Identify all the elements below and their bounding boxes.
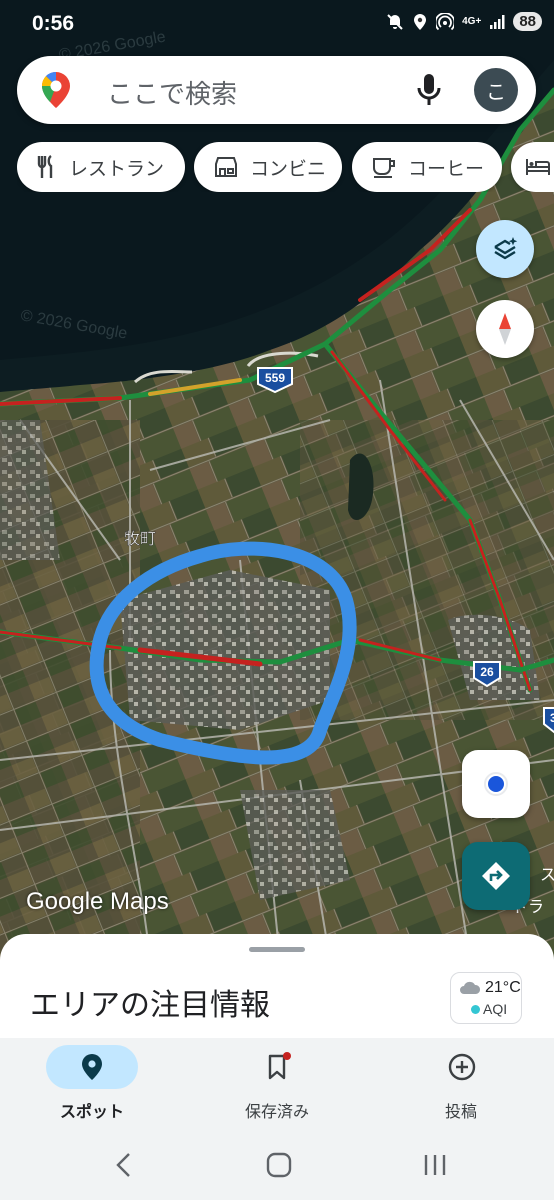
layers-icon xyxy=(494,237,518,260)
bottom-sheet[interactable]: エリアの注目情報 21°C AQI xyxy=(0,934,554,1054)
plus-circle-icon xyxy=(448,1053,476,1081)
layers-button[interactable] xyxy=(476,220,534,278)
my-location-button[interactable] xyxy=(462,750,530,818)
compass-icon xyxy=(499,313,511,345)
route-badge-label: 559 xyxy=(265,371,285,385)
mute-icon xyxy=(387,13,403,30)
status-bar: 0:56 4G+ 88 xyxy=(0,0,554,50)
pin-icon xyxy=(82,1054,102,1080)
route-badge-label: 3 xyxy=(550,711,554,725)
aqi-label: AQI xyxy=(483,1001,508,1017)
google-maps-logo: Google Maps xyxy=(26,888,169,915)
category-chips: レストラン コンビニ コーヒー xyxy=(17,142,554,192)
edge-label: ス xyxy=(540,865,554,884)
battery-level: 88 xyxy=(513,12,542,31)
nav-label: 保存済み xyxy=(244,1102,309,1121)
chip-label: コンビニ xyxy=(250,157,327,180)
coffee-icon xyxy=(373,158,395,178)
notification-badge xyxy=(283,1052,291,1060)
compass-button[interactable] xyxy=(476,300,534,358)
network-type: 4G+ xyxy=(462,16,482,27)
drag-handle[interactable] xyxy=(249,947,305,952)
signal-icon xyxy=(490,14,505,29)
bottom-navigation: スポット 保存済み 投稿 xyxy=(0,1038,554,1130)
route-badge-label: 26 xyxy=(480,665,494,679)
weather-temperature: 21°C xyxy=(485,979,521,996)
recent-apps-icon[interactable] xyxy=(422,1152,448,1178)
search-bar[interactable]: ここで検索 こ xyxy=(17,56,536,124)
back-icon[interactable] xyxy=(114,1152,134,1178)
chip-coffee[interactable]: コーヒー xyxy=(352,142,502,192)
status-icons: 4G+ 88 xyxy=(386,12,542,31)
cloud-icon xyxy=(460,981,481,994)
search-input[interactable]: ここで検索 xyxy=(107,74,237,111)
system-navigation-bar xyxy=(0,1130,554,1200)
my-location-icon xyxy=(484,772,508,796)
nav-tab-explore[interactable]: スポット xyxy=(17,1038,167,1130)
chip-restaurant[interactable]: レストラン xyxy=(17,142,185,192)
chip-label: レストラン xyxy=(69,157,165,180)
convenience-store-icon xyxy=(215,157,237,177)
weather-widget[interactable]: 21°C AQI xyxy=(450,972,522,1024)
chip-convenience-store[interactable]: コンビニ xyxy=(194,142,342,192)
location-icon xyxy=(414,13,427,30)
restaurant-icon xyxy=(37,155,53,178)
bookmark-icon xyxy=(268,1052,291,1080)
nav-label: 投稿 xyxy=(444,1102,477,1121)
directions-button[interactable] xyxy=(462,842,530,910)
nav-tab-contribute[interactable]: 投稿 xyxy=(386,1038,536,1130)
status-time: 0:56 xyxy=(32,12,75,35)
aqi-indicator xyxy=(471,1005,480,1014)
home-icon[interactable] xyxy=(266,1152,292,1178)
chip-label: コーヒー xyxy=(408,157,485,180)
sheet-title: エリアの注目情報 xyxy=(30,988,270,1023)
microphone-icon[interactable] xyxy=(415,72,443,108)
nav-label: スポット xyxy=(59,1102,124,1121)
directions-icon xyxy=(482,862,510,890)
hotel-icon xyxy=(526,159,550,175)
nav-tab-saved[interactable]: 保存済み xyxy=(202,1038,352,1130)
place-label[interactable]: 牧町 xyxy=(124,529,156,548)
google-maps-pin-icon xyxy=(41,71,70,108)
hotspot-icon xyxy=(436,12,455,30)
account-avatar[interactable]: こ xyxy=(474,68,518,112)
chip-hotel[interactable] xyxy=(511,142,554,192)
